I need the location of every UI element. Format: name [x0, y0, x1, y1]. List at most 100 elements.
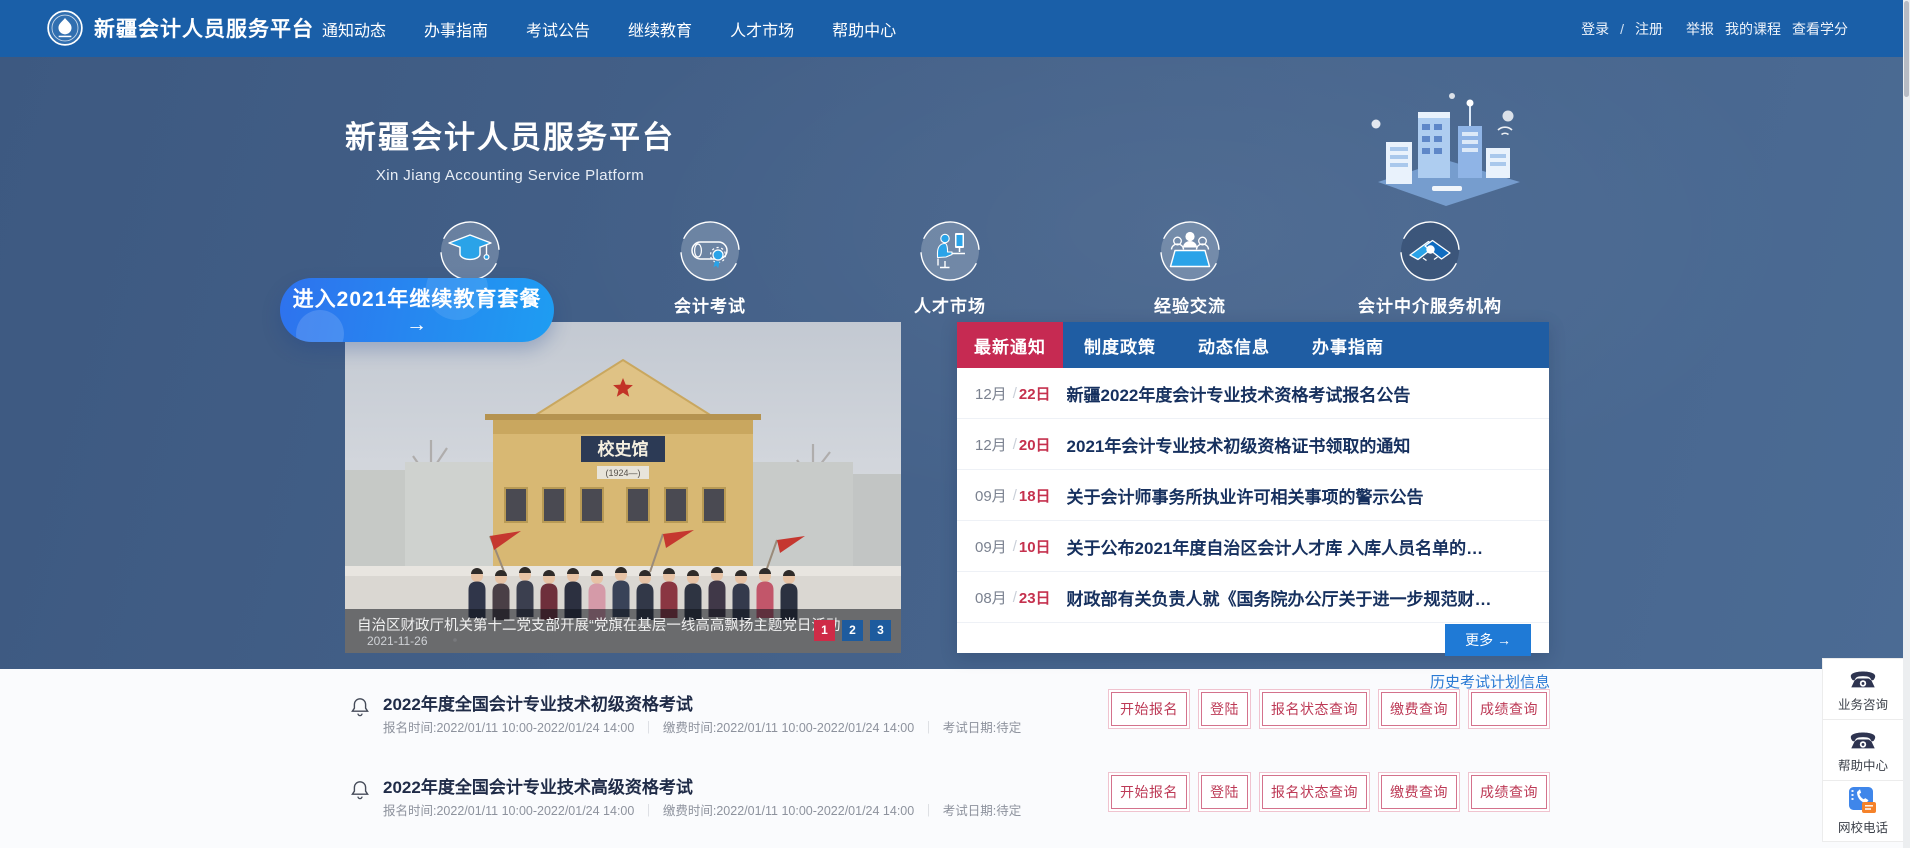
carousel-caption-bar: 自治区财政厅机关第十二党支部开展“党旗在基层一线高高飘扬主题党日活动 2021-…: [345, 609, 901, 653]
login-link[interactable]: 登录: [1581, 19, 1609, 39]
news-day: 23日: [1018, 589, 1051, 607]
news-day: 20日: [1018, 436, 1051, 454]
tab-service-guide[interactable]: 办事指南: [1291, 322, 1405, 368]
meta-separator: ｜: [642, 721, 655, 735]
exam-pay-time: 缴费时间:2022/01/11 10:00-2022/01/24 14:00: [662, 804, 915, 818]
page: 新疆会计人员服务平台 通知动态 办事指南 考试公告 继续教育 人才市场 帮助中心…: [0, 0, 1910, 848]
exam-title: 2022年度全国会计专业技术初级资格考试: [383, 695, 693, 714]
photo-building-sign-year: (1924—): [605, 468, 640, 478]
menu-item-service-guide[interactable]: 办事指南: [424, 17, 488, 41]
certificate-icon: [680, 221, 740, 281]
my-courses-link[interactable]: 我的课程: [1725, 19, 1781, 39]
menu-item-job-market[interactable]: 人才市场: [730, 17, 794, 41]
register-link[interactable]: 注册: [1635, 19, 1663, 39]
carousel-pager: 1 2 3: [814, 620, 891, 641]
tab-latest-notices[interactable]: 最新通知: [957, 322, 1063, 368]
news-month: 09月: [975, 538, 1007, 556]
graduation-cap-icon: [440, 221, 500, 281]
bell-icon: [351, 697, 369, 722]
quick-link-accounting-exam[interactable]: 会计考试: [610, 220, 810, 317]
news-title[interactable]: 2021年会计专业技术初级资格证书领取的通知: [1067, 432, 1411, 457]
news-item[interactable]: 09月 /18日 关于会计师事务所执业许可相关事项的警示公告: [957, 470, 1549, 521]
scrollbar-thumb[interactable]: [1904, 1, 1909, 97]
brand-title: 新疆会计人员服务平台: [94, 18, 314, 41]
payment-query-button[interactable]: 缴费查询: [1381, 692, 1457, 726]
continuing-education-cta-button[interactable]: 进入2021年继续教育套餐 →: [280, 278, 554, 342]
news-title[interactable]: 财政部有关负责人就《国务院办公厅关于进一步规范财…: [1067, 585, 1492, 610]
pager-dot-1[interactable]: 1: [814, 620, 835, 641]
exam-date: 考试日期:待定: [942, 804, 1022, 818]
report-link[interactable]: 举报: [1686, 19, 1714, 39]
tab-dynamic-info[interactable]: 动态信息: [1177, 322, 1291, 368]
more-row: 更多 →: [957, 623, 1549, 656]
menu-item-continuing-education[interactable]: 继续教育: [628, 17, 692, 41]
quick-link-continuing-education[interactable]: [370, 220, 570, 287]
scrollbar[interactable]: [1903, 0, 1910, 848]
pager-dot-2[interactable]: 2: [842, 620, 863, 641]
registration-status-query-button[interactable]: 报名状态查询: [1262, 775, 1367, 809]
exam-row-senior: 2022年度全国会计专业技术高级资格考试 报名时间:2022/01/11 10:…: [345, 771, 1549, 831]
score-query-button[interactable]: 成绩查询: [1471, 692, 1547, 726]
carousel-caption[interactable]: 自治区财政厅机关第十二党支部开展“党旗在基层一线高高飘扬主题党日活动: [357, 614, 840, 635]
handshake-icon: [1400, 221, 1460, 281]
phone-icon: [1850, 671, 1876, 688]
news-title[interactable]: 关于公布2021年度自治区会计人才库 入库人员名单的…: [1067, 534, 1484, 559]
news-date-slash: /: [1012, 486, 1017, 504]
city-illustration: [1371, 93, 1520, 206]
menu-item-help-center[interactable]: 帮助中心: [832, 17, 896, 41]
hero-background: [0, 57, 1910, 669]
login-button[interactable]: 登陆: [1201, 775, 1248, 809]
news-date-slash: /: [1012, 435, 1017, 453]
pager-dot-3[interactable]: 3: [870, 620, 891, 641]
news-day: 18日: [1018, 487, 1051, 505]
tab-policies[interactable]: 制度政策: [1063, 322, 1177, 368]
news-list: 12月/22日 新疆2022年度会计专业技术资格考试报名公告 12月/20日 2…: [957, 368, 1549, 623]
news-title[interactable]: 新疆2022年度会计专业技术资格考试报名公告: [1067, 381, 1411, 406]
login-button[interactable]: 登陆: [1201, 692, 1248, 726]
sidebar-label: 帮助中心: [1837, 759, 1888, 773]
quick-link-experience-exchange[interactable]: 经验交流: [1090, 220, 1290, 317]
start-registration-button[interactable]: 开始报名: [1111, 692, 1187, 726]
more-button[interactable]: 更多 →: [1445, 624, 1531, 656]
exam-date: 考试日期:待定: [942, 721, 1022, 735]
payment-query-button[interactable]: 缴费查询: [1381, 775, 1457, 809]
quick-link-intermediary-agencies[interactable]: 会计中介服务机构: [1330, 220, 1530, 317]
view-credits-link[interactable]: 查看学分: [1792, 19, 1848, 39]
sidebar-online-school-phone[interactable]: 网校电话: [1822, 781, 1904, 842]
meeting-icon: [1160, 221, 1220, 281]
news-item[interactable]: 09月 /10日 关于公布2021年度自治区会计人才库 入库人员名单的…: [957, 521, 1549, 572]
sidebar-business-consulting[interactable]: 业务咨询: [1822, 658, 1904, 720]
phone-icon: [1850, 732, 1876, 749]
news-month: 08月: [975, 589, 1007, 607]
brand-home-link[interactable]: 新疆会计人员服务平台: [46, 9, 314, 47]
logo-icon: [47, 10, 83, 46]
news-item[interactable]: 12月 /22日 新疆2022年度会计专业技术资格考试报名公告: [957, 368, 1549, 419]
carousel-photo: 校史馆 (1924—): [345, 322, 901, 653]
menu-item-exam-announcements[interactable]: 考试公告: [526, 17, 590, 41]
hero-title: 新疆会计人员服务平台: [345, 120, 675, 155]
exam-title: 2022年度全国会计专业技术高级资格考试: [383, 778, 693, 797]
news-month: 09月: [975, 487, 1007, 505]
quick-link-label: 人才市场: [914, 297, 986, 316]
exam-actions: 开始报名 登陆 报名状态查询 缴费查询 成绩查询: [1111, 775, 1547, 809]
news-item[interactable]: 08月 /23日 财政部有关负责人就《国务院办公厅关于进一步规范财…: [957, 572, 1549, 623]
meta-separator: ｜: [922, 721, 935, 735]
news-carousel[interactable]: 校史馆 (1924—) 自治区财政厅机关第十二党支部开展“党旗在基层一线高高飘扬…: [345, 322, 901, 653]
exam-meta: 报名时间:2022/01/11 10:00-2022/01/24 14:00 ｜ 缴…: [383, 717, 1021, 736]
hero-heading: 新疆会计人员服务平台 Xin Jiang Accounting Service …: [345, 112, 675, 184]
quick-link-job-market[interactable]: 人才市场: [850, 220, 1050, 317]
exam-row-junior: 2022年度全国会计专业技术初级资格考试 报名时间:2022/01/11 10:…: [345, 688, 1549, 748]
hero-subtitle: Xin Jiang Accounting Service Platform: [375, 167, 645, 184]
registration-status-query-button[interactable]: 报名状态查询: [1262, 692, 1367, 726]
user-links: 登录 / 注册 举报 我的课程 查看学分: [1581, 0, 1848, 57]
news-month: 12月: [975, 385, 1007, 403]
exam-reg-time: 报名时间:2022/01/11 10:00-2022/01/24 14:00: [383, 721, 635, 735]
sidebar-help-center[interactable]: 帮助中心: [1822, 720, 1904, 781]
start-registration-button[interactable]: 开始报名: [1111, 775, 1187, 809]
login-register-divider: /: [1620, 20, 1624, 37]
news-item[interactable]: 12月 /20日 2021年会计专业技术初级资格证书领取的通知: [957, 419, 1549, 470]
score-query-button[interactable]: 成绩查询: [1471, 775, 1547, 809]
news-title[interactable]: 关于会计师事务所执业许可相关事项的警示公告: [1067, 483, 1424, 508]
quick-link-label: 会计中介服务机构: [1358, 297, 1502, 316]
menu-item-notices[interactable]: 通知动态: [322, 17, 386, 41]
